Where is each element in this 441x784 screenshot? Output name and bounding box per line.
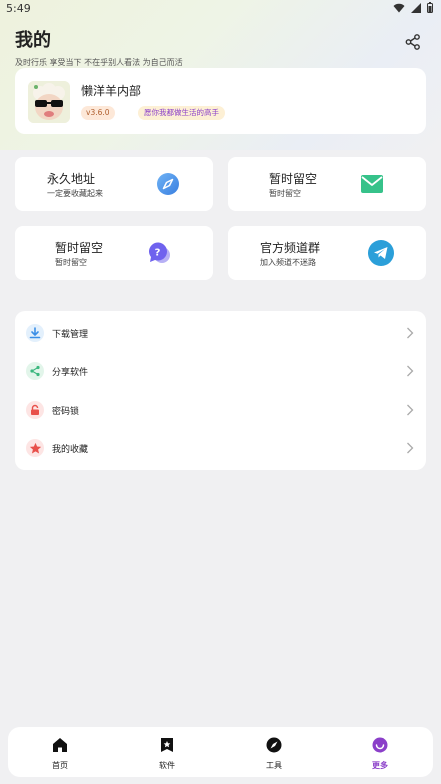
list-item-label: 下载管理 <box>52 330 89 340</box>
nav-label: 更多 <box>372 761 388 770</box>
list-item-share-app[interactable]: 分享软件 <box>15 352 426 390</box>
bookmark-star-icon <box>161 738 173 752</box>
placeholder-card-1[interactable]: 暂时留空 暂时留空 <box>228 157 426 211</box>
nav-label: 首页 <box>52 761 68 770</box>
list-item-password-lock[interactable]: 密码锁 <box>15 391 426 429</box>
nav-label: 软件 <box>159 761 175 770</box>
bottom-nav: 首页 软件 工具 更多 <box>8 727 433 777</box>
nav-item-more[interactable]: 更多 <box>360 737 400 773</box>
card-title: 暂时留空 <box>269 172 318 186</box>
card-title: 官方频道群 <box>260 241 321 255</box>
slogan-badge: 愿你我都做生活的高手 <box>138 106 225 120</box>
version-badge: v3.6.0 <box>81 106 115 120</box>
card-title: 永久地址 <box>47 172 96 186</box>
page-subtitle: 及时行乐 享受当下 不在乎别人看法 为自己而活 <box>15 58 183 67</box>
lock-icon <box>26 401 44 419</box>
download-icon <box>26 324 44 342</box>
nav-item-home[interactable]: 首页 <box>40 737 80 773</box>
status-bar: 5:49 <box>0 0 441 18</box>
username: 懒洋羊内部 <box>81 84 142 98</box>
chevron-right-icon <box>407 327 414 339</box>
share-icon <box>26 362 44 380</box>
chevron-right-icon <box>407 365 414 377</box>
card-title: 暂时留空 <box>55 241 104 255</box>
status-time: 5:49 <box>6 2 31 15</box>
sheep-avatar-icon <box>28 81 70 123</box>
nav-label: 工具 <box>266 761 282 770</box>
menu-list: 下载管理 分享软件 密码锁 我的收藏 <box>15 311 426 470</box>
nav-item-tools[interactable]: 工具 <box>254 737 294 773</box>
chevron-right-icon <box>407 442 414 454</box>
nav-item-software[interactable]: 软件 <box>147 737 187 773</box>
status-icons <box>393 2 433 13</box>
profile-card[interactable]: 懒洋羊内部 v3.6.0 愿你我都做生活的高手 <box>15 68 426 134</box>
card-subtitle: 加入频道不迷路 <box>260 258 316 267</box>
mail-icon <box>360 172 384 196</box>
list-item-favorites[interactable]: 我的收藏 <box>15 429 426 467</box>
share-button[interactable] <box>404 33 422 51</box>
permanent-address-card[interactable]: 永久地址 一定要收藏起来 <box>15 157 213 211</box>
list-item-label: 我的收藏 <box>52 445 89 455</box>
compass-icon <box>156 172 180 196</box>
avatar <box>28 81 70 123</box>
svg-text:?: ? <box>155 248 161 259</box>
compass-icon <box>266 737 282 753</box>
star-icon <box>26 439 44 457</box>
share-icon <box>405 34 420 50</box>
question-chat-icon: ? <box>147 241 171 265</box>
card-subtitle: 一定要收藏起来 <box>47 189 103 198</box>
card-subtitle: 暂时留空 <box>269 189 301 198</box>
list-item-label: 分享软件 <box>52 368 89 378</box>
smile-icon <box>372 737 388 753</box>
page-header: 我的 及时行乐 享受当下 不在乎别人看法 为自己而活 <box>15 26 183 68</box>
battery-icon <box>427 2 433 13</box>
wifi-icon <box>393 3 405 12</box>
list-item-download-manager[interactable]: 下载管理 <box>15 314 426 352</box>
placeholder-card-2[interactable]: 暂时留空 暂时留空 ? <box>15 226 213 280</box>
list-item-label: 密码锁 <box>52 407 80 417</box>
card-subtitle: 暂时留空 <box>55 258 87 267</box>
telegram-icon <box>368 240 394 266</box>
signal-icon <box>411 2 421 13</box>
home-icon <box>53 738 67 752</box>
page-title: 我的 <box>15 30 51 51</box>
chevron-right-icon <box>407 404 414 416</box>
official-channel-card[interactable]: 官方频道群 加入频道不迷路 <box>228 226 426 280</box>
